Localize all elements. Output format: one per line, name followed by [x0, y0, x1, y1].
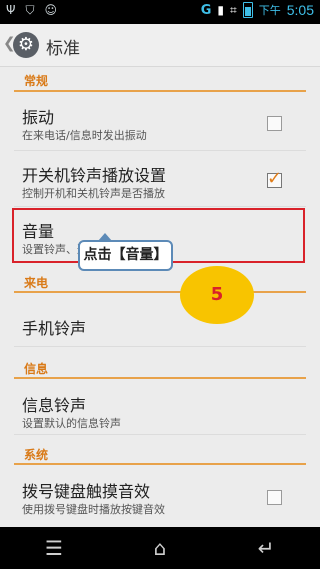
android-icon: ☺ — [44, 3, 57, 17]
boot-sound-checkbox[interactable] — [267, 168, 282, 189]
row-divider — [14, 434, 306, 435]
section-message: 信息 — [24, 362, 49, 376]
section-incoming: 来电 — [24, 276, 49, 290]
vibrate-checkbox[interactable] — [267, 116, 282, 131]
page-title: 标准 — [46, 39, 80, 59]
settings-gear-icon[interactable]: ⚙ — [13, 32, 39, 58]
boot-sound-subtitle: 控制开机和关机铃声是否播放 — [22, 187, 165, 200]
section-general: 常规 — [24, 74, 49, 88]
status-time: 5:05 — [286, 2, 314, 18]
section-divider — [14, 291, 306, 293]
home-icon[interactable]: ⌂ — [146, 535, 174, 561]
message-tone-title[interactable]: 信息铃声 — [22, 392, 86, 416]
vibrate-title[interactable]: 振动 — [22, 104, 54, 128]
step-number-badge: 5 — [180, 266, 254, 324]
action-bar: ❮ ⚙ 标准 — [0, 24, 320, 67]
settings-list: 常规 振动 在来电话/信息时发出振动 开关机铃声播放设置 控制开机和关机铃声是否… — [0, 66, 320, 526]
row-divider — [14, 206, 306, 207]
section-divider — [14, 90, 306, 92]
dial-tone-subtitle: 使用拨号键盘时播放按键音效 — [22, 503, 165, 516]
usb-icon: Ψ — [6, 3, 16, 17]
back-icon[interactable]: ↵ — [252, 535, 280, 561]
shield-icon: ⛉ — [25, 3, 35, 17]
row-divider — [14, 150, 306, 151]
dial-tone-title[interactable]: 拨号键盘触摸音效 — [22, 478, 150, 502]
message-tone-subtitle: 设置默认的信息铃声 — [22, 417, 121, 430]
navigation-bar: ☰ ⌂ ↵ — [0, 527, 320, 569]
ringtone-title[interactable]: 手机铃声 — [22, 315, 86, 339]
time-ampm: 下午 — [258, 4, 281, 17]
battery-icon — [242, 2, 253, 18]
status-bar: Ψ ⛉ ☺ G ▮ ⌗ 下午 5:05 — [0, 0, 320, 24]
status-right: G ▮ ⌗ 下午 5:05 — [201, 2, 314, 18]
status-left-icons: Ψ ⛉ ☺ — [6, 3, 57, 18]
section-divider — [14, 463, 306, 465]
signal-icon: G — [200, 2, 212, 18]
boot-sound-title[interactable]: 开关机铃声播放设置 — [22, 162, 166, 186]
vibrate-subtitle: 在来电话/信息时发出振动 — [22, 129, 147, 142]
section-divider — [14, 377, 306, 379]
network-bars-icon: ▮ — [217, 3, 224, 17]
row-divider — [14, 346, 306, 347]
instruction-callout: 点击【音量】 — [78, 240, 173, 271]
dial-tone-checkbox[interactable] — [267, 490, 282, 505]
wifi-icon: ⌗ — [229, 2, 237, 17]
section-system: 系统 — [24, 448, 49, 462]
menu-icon[interactable]: ☰ — [40, 535, 68, 561]
